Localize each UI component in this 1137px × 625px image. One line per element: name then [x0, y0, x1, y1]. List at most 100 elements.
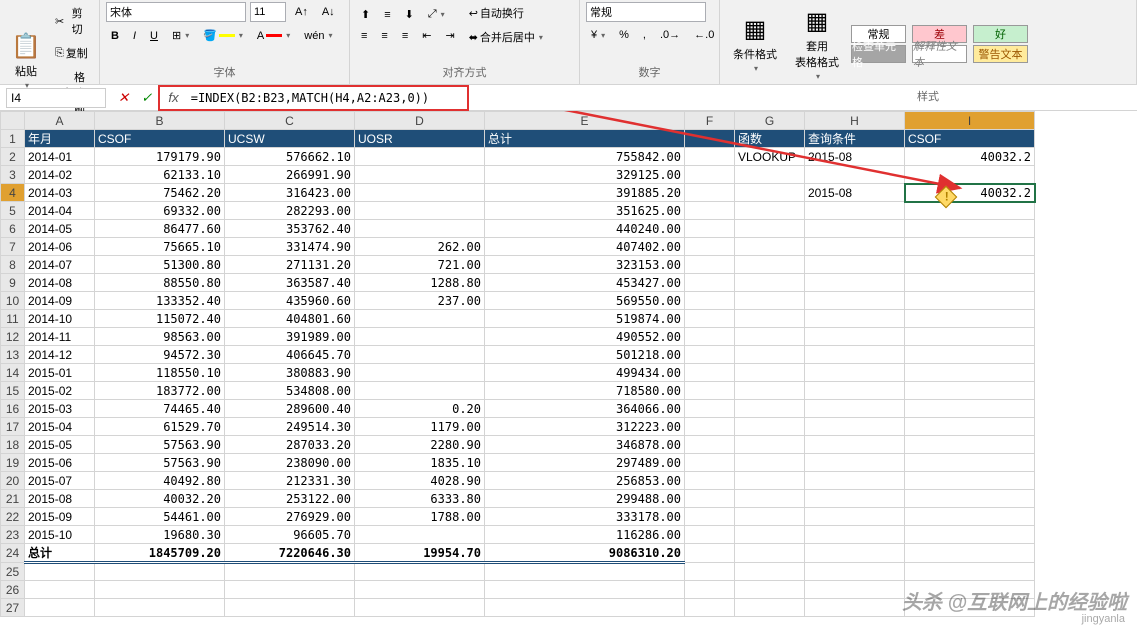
cell-G7[interactable] [735, 238, 805, 256]
row-header-17[interactable]: 17 [1, 418, 25, 436]
cell-C17[interactable]: 249514.30 [225, 418, 355, 436]
cell-F6[interactable] [685, 220, 735, 238]
cell-G2[interactable]: VLOOKUP [735, 148, 805, 166]
cell-H17[interactable] [805, 418, 905, 436]
increase-font-button[interactable]: A↑ [290, 3, 313, 21]
cell-A18[interactable]: 2015-05 [25, 436, 95, 454]
cell-F7[interactable] [685, 238, 735, 256]
cell-A8[interactable]: 2014-07 [25, 256, 95, 274]
cell-F9[interactable] [685, 274, 735, 292]
cell-I6[interactable] [905, 220, 1035, 238]
cell-E21[interactable]: 299488.00 [485, 490, 685, 508]
paste-button[interactable]: 📋 粘贴 [6, 27, 46, 95]
cell-B20[interactable]: 40492.80 [95, 472, 225, 490]
cell-I10[interactable] [905, 292, 1035, 310]
cell-A11[interactable]: 2014-10 [25, 310, 95, 328]
cell-D12[interactable] [355, 328, 485, 346]
currency-button[interactable]: ¥ [586, 26, 610, 44]
cell-B9[interactable]: 88550.80 [95, 274, 225, 292]
font-size-select[interactable] [250, 2, 286, 22]
cell-G6[interactable] [735, 220, 805, 238]
cell-A20[interactable]: 2015-07 [25, 472, 95, 490]
cell-H2[interactable]: 2015-08 [805, 148, 905, 166]
cell-C20[interactable]: 212331.30 [225, 472, 355, 490]
cell-D8[interactable]: 721.00 [355, 256, 485, 274]
indent-dec-button[interactable]: ⇤ [417, 26, 436, 45]
cell-D22[interactable]: 1788.00 [355, 508, 485, 526]
row-header-24[interactable]: 24 [1, 544, 25, 563]
cell-H3[interactable] [805, 166, 905, 184]
cell-D9[interactable]: 1288.80 [355, 274, 485, 292]
cell-B5[interactable]: 69332.00 [95, 202, 225, 220]
cell-G14[interactable] [735, 364, 805, 382]
cell-G18[interactable] [735, 436, 805, 454]
cell-F15[interactable] [685, 382, 735, 400]
header-cell-B[interactable]: CSOF [95, 130, 225, 148]
cell-F5[interactable] [685, 202, 735, 220]
cell-I5[interactable] [905, 202, 1035, 220]
cell-I20[interactable] [905, 472, 1035, 490]
cell-B26[interactable] [95, 581, 225, 599]
cell-A13[interactable]: 2014-12 [25, 346, 95, 364]
cell-D7[interactable]: 262.00 [355, 238, 485, 256]
row-header-10[interactable]: 10 [1, 292, 25, 310]
cell-C2[interactable]: 576662.10 [225, 148, 355, 166]
row-header-19[interactable]: 19 [1, 454, 25, 472]
col-header-H[interactable]: H [805, 112, 905, 130]
cell-E26[interactable] [485, 581, 685, 599]
cell-A14[interactable]: 2015-01 [25, 364, 95, 382]
row-header-1[interactable]: 1 [1, 130, 25, 148]
cell-A26[interactable] [25, 581, 95, 599]
row-header-21[interactable]: 21 [1, 490, 25, 508]
cell-C19[interactable]: 238090.00 [225, 454, 355, 472]
cell-A6[interactable]: 2014-05 [25, 220, 95, 238]
cell-G20[interactable] [735, 472, 805, 490]
cell-F13[interactable] [685, 346, 735, 364]
cell-F25[interactable] [685, 563, 735, 581]
cell-H7[interactable] [805, 238, 905, 256]
total-cell-C[interactable]: 7220646.30 [225, 544, 355, 563]
cell-E4[interactable]: 391885.20 [485, 184, 685, 202]
cell-A22[interactable]: 2015-09 [25, 508, 95, 526]
cell-D6[interactable] [355, 220, 485, 238]
cell-H24[interactable] [805, 544, 905, 563]
cell-I17[interactable] [905, 418, 1035, 436]
row-header-23[interactable]: 23 [1, 526, 25, 544]
cell-F17[interactable] [685, 418, 735, 436]
select-all-corner[interactable] [1, 112, 25, 130]
decrease-font-button[interactable]: A↓ [317, 3, 340, 21]
row-header-5[interactable]: 5 [1, 202, 25, 220]
cell-I4[interactable]: 40032.2 [905, 184, 1035, 202]
cell-B23[interactable]: 19680.30 [95, 526, 225, 544]
row-header-22[interactable]: 22 [1, 508, 25, 526]
align-center-button[interactable]: ≡ [376, 27, 392, 45]
cell-G9[interactable] [735, 274, 805, 292]
cell-A7[interactable]: 2014-06 [25, 238, 95, 256]
cell-D18[interactable]: 2280.90 [355, 436, 485, 454]
cell-D5[interactable] [355, 202, 485, 220]
cell-G22[interactable] [735, 508, 805, 526]
row-header-11[interactable]: 11 [1, 310, 25, 328]
increase-decimal-button[interactable]: .0→ [655, 26, 685, 44]
cell-I22[interactable] [905, 508, 1035, 526]
header-cell-H[interactable]: 查询条件 [805, 130, 905, 148]
cell-I25[interactable] [905, 563, 1035, 581]
cell-I7[interactable] [905, 238, 1035, 256]
cell-F18[interactable] [685, 436, 735, 454]
cell-E3[interactable]: 329125.00 [485, 166, 685, 184]
cell-D3[interactable] [355, 166, 485, 184]
cell-E9[interactable]: 453427.00 [485, 274, 685, 292]
cell-D11[interactable] [355, 310, 485, 328]
cell-B3[interactable]: 62133.10 [95, 166, 225, 184]
cell-H25[interactable] [805, 563, 905, 581]
cell-H15[interactable] [805, 382, 905, 400]
merge-center-button[interactable]: ⬌合并后居中 [464, 26, 548, 48]
header-cell-E[interactable]: 总计 [485, 130, 685, 148]
cell-H9[interactable] [805, 274, 905, 292]
indent-inc-button[interactable]: ⇥ [440, 26, 459, 45]
cell-F11[interactable] [685, 310, 735, 328]
cell-B8[interactable]: 51300.80 [95, 256, 225, 274]
header-cell-C[interactable]: UCSW [225, 130, 355, 148]
cell-C4[interactable]: 316423.00 [225, 184, 355, 202]
header-cell-I[interactable]: CSOF [905, 130, 1035, 148]
